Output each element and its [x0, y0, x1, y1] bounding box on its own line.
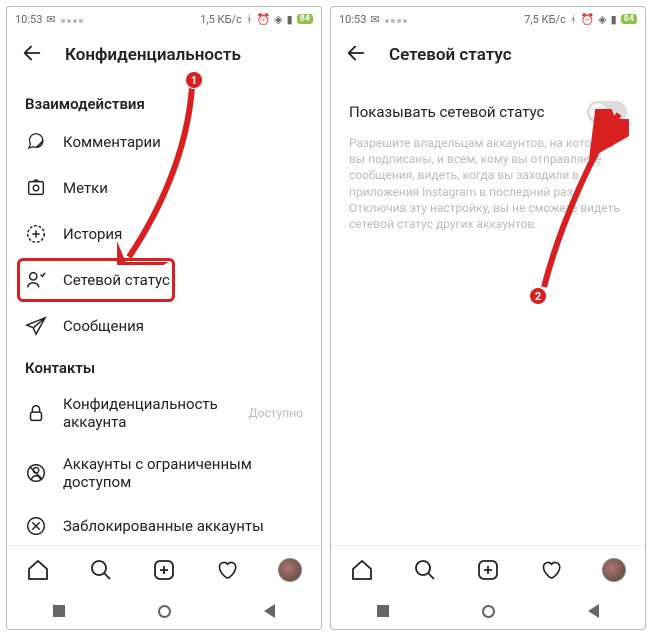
- system-nav: [7, 593, 321, 629]
- signal-icon: ▮: [611, 13, 617, 26]
- sys-home[interactable]: [158, 605, 171, 618]
- row-story[interactable]: История: [7, 211, 321, 257]
- nav-search[interactable]: [412, 557, 438, 583]
- row-label: Конфиденциальность аккаунта: [63, 395, 233, 431]
- phone-left: 10:53 ✉ 1,5 КБ/с ᚼ ⏰ ◈ ▮ 84 Конфиденциал…: [6, 6, 322, 630]
- comment-icon: [25, 131, 47, 153]
- nav-activity[interactable]: [214, 557, 240, 583]
- setting-label: Показывать сетевой статус: [349, 103, 544, 121]
- status-sms-icon: ✉: [370, 13, 379, 26]
- toggle-activity-status[interactable]: [587, 101, 627, 123]
- section-interactions: Взаимодействия: [7, 85, 321, 119]
- section-contacts: Контакты: [7, 349, 321, 383]
- page-title: Конфиденциальность: [65, 45, 241, 65]
- row-restricted[interactable]: Аккаунты с ограниченным доступом: [7, 443, 321, 503]
- signal-icon: ▮: [287, 13, 293, 26]
- content-scroll[interactable]: Взаимодействия Комментарии Метки История…: [7, 79, 321, 545]
- bottom-nav: [331, 545, 645, 593]
- back-button[interactable]: [345, 42, 367, 68]
- row-account-privacy[interactable]: Конфиденциальность аккаунта Доступно: [7, 383, 321, 443]
- tag-icon: [25, 177, 47, 199]
- back-button[interactable]: [21, 42, 43, 68]
- nav-home[interactable]: [349, 557, 375, 583]
- header: Конфиденциальность: [7, 31, 321, 79]
- row-comments[interactable]: Комментарии: [7, 119, 321, 165]
- setting-show-activity: Показывать сетевой статус: [331, 85, 645, 131]
- row-label: Заблокированные аккаунты: [63, 517, 264, 535]
- status-dots: [384, 13, 408, 26]
- row-label: Метки: [63, 179, 108, 197]
- restricted-icon: [25, 462, 47, 484]
- nav-add[interactable]: [475, 557, 501, 583]
- header: Сетевой статус: [331, 31, 645, 79]
- messages-icon: [25, 315, 47, 337]
- row-trail: Доступно: [249, 406, 303, 420]
- blocked-icon: [25, 515, 47, 537]
- wifi-icon: ◈: [598, 13, 606, 26]
- status-dots: [60, 13, 84, 26]
- bottom-nav: [7, 545, 321, 593]
- battery-icon: 84: [621, 14, 637, 24]
- nav-profile[interactable]: [601, 557, 627, 583]
- sys-back[interactable]: [264, 604, 275, 618]
- nav-search[interactable]: [88, 557, 114, 583]
- status-time: 10:53: [339, 13, 366, 26]
- avatar: [602, 558, 626, 582]
- badge-1: 1: [185, 71, 203, 89]
- statusbar: 10:53 ✉ 1,5 КБ/с ᚼ ⏰ ◈ ▮ 84: [7, 7, 321, 31]
- sys-back[interactable]: [588, 604, 599, 618]
- row-label: История: [63, 225, 122, 243]
- lock-icon: [25, 402, 47, 424]
- alarm-icon: ⏰: [256, 13, 270, 26]
- sys-recents[interactable]: [377, 605, 389, 617]
- sys-recents[interactable]: [53, 605, 65, 617]
- nav-add[interactable]: [151, 557, 177, 583]
- statusbar: 10:53 ✉ 7,5 КБ/с ᚼ ⏰ ◈ ▮ 84: [331, 7, 645, 31]
- badge-2: 2: [529, 287, 547, 305]
- row-activity-status[interactable]: Сетевой статус: [7, 257, 321, 303]
- status-netspeed: 7,5 КБ/с: [524, 13, 566, 26]
- status-time: 10:53: [15, 13, 42, 26]
- row-label: Сетевой статус: [63, 271, 170, 289]
- status-netspeed: 1,5 КБ/с: [200, 13, 242, 26]
- row-tags[interactable]: Метки: [7, 165, 321, 211]
- row-label: Сообщения: [63, 317, 144, 335]
- row-messages[interactable]: Сообщения: [7, 303, 321, 349]
- phone-right: 10:53 ✉ 7,5 КБ/с ᚼ ⏰ ◈ ▮ 84 Сетевой стат…: [330, 6, 646, 630]
- setting-help: Разрешите владельцам аккаунтов, на котор…: [331, 131, 645, 232]
- page-title: Сетевой статус: [389, 45, 512, 65]
- row-label: Комментарии: [63, 133, 161, 151]
- story-icon: [25, 223, 47, 245]
- nav-home[interactable]: [25, 557, 51, 583]
- nav-profile[interactable]: [277, 557, 303, 583]
- status-sms-icon: ✉: [46, 13, 55, 26]
- row-blocked[interactable]: Заблокированные аккаунты: [7, 503, 321, 545]
- wifi-icon: ◈: [274, 13, 282, 26]
- content: Показывать сетевой статус Разрешите влад…: [331, 79, 645, 545]
- battery-icon: 84: [297, 14, 313, 24]
- nav-activity[interactable]: [538, 557, 564, 583]
- activity-icon: [25, 269, 47, 291]
- row-label: Аккаунты с ограниченным доступом: [63, 455, 303, 491]
- bluetooth-icon: ᚼ: [570, 13, 577, 26]
- bluetooth-icon: ᚼ: [246, 13, 253, 26]
- sys-home[interactable]: [482, 605, 495, 618]
- system-nav: [331, 593, 645, 629]
- avatar: [278, 558, 302, 582]
- alarm-icon: ⏰: [580, 13, 594, 26]
